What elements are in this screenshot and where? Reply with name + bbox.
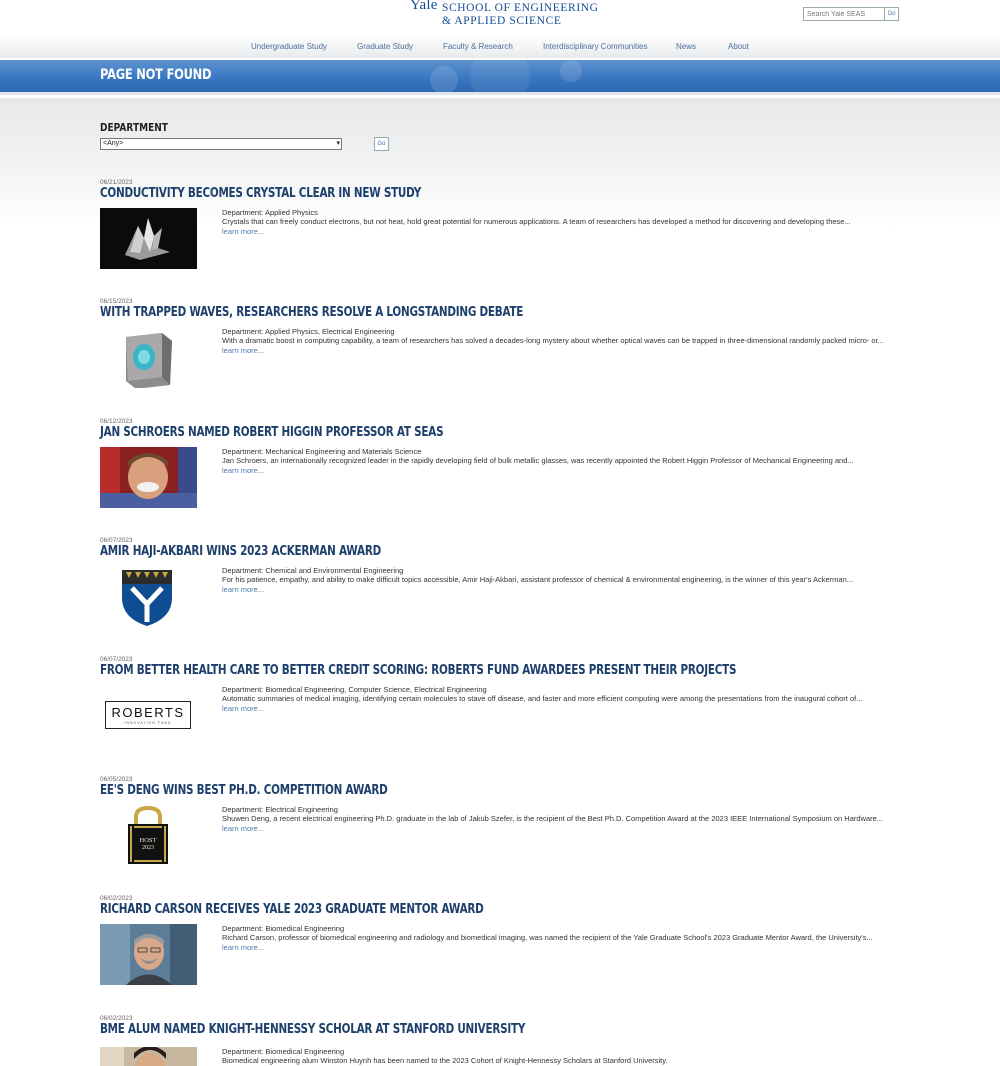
nav-item-faculty-research[interactable]: Faculty & Research [443, 42, 513, 51]
learn-more-link[interactable]: learn more... [222, 227, 264, 236]
news-summary: Richard Carson, professor of biomedical … [222, 933, 873, 942]
page-banner: PAGE NOT FOUND [0, 60, 1000, 95]
logo-yale-wordmark: Yale [410, 0, 438, 13]
department-filter-label: DEPARTMENT [100, 121, 168, 134]
news-department: Department: Biomedical Engineering [222, 924, 345, 933]
cube-image[interactable] [100, 327, 197, 388]
learn-more-link[interactable]: learn more... [222, 943, 264, 952]
news-date: 06/05/2023 [100, 776, 133, 783]
banner-decoration [470, 60, 530, 92]
filter-go-button[interactable]: Go [374, 137, 389, 151]
shield-crest[interactable] [100, 566, 197, 627]
news-department: Department: Biomedical Engineering, Comp… [222, 685, 487, 694]
banner-decoration [430, 66, 458, 92]
banner-decoration [560, 60, 582, 82]
learn-more-link[interactable]: learn more... [222, 346, 264, 355]
crystal-image[interactable] [100, 208, 197, 269]
search-go-button[interactable]: Go [884, 7, 899, 21]
main-nav: Undergraduate Study Graduate Study Facul… [0, 42, 1000, 56]
news-title-link[interactable]: AMIR HAJI-AKBARI WINS 2023 ACKERMAN AWAR… [100, 544, 381, 559]
news-date: 06/21/2023 [100, 179, 133, 186]
news-department: Department: Applied Physics [222, 208, 318, 217]
news-item: 06/07/2023 FROM BETTER HEALTH CARE TO BE… [100, 656, 890, 766]
roberts-logo-text: ROBERTS [111, 705, 185, 720]
news-title-link[interactable]: CONDUCTIVITY BECOMES CRYSTAL CLEAR IN NE… [100, 186, 421, 201]
host-logo[interactable]: HOST 2023 [100, 805, 197, 866]
news-title-link[interactable]: EE'S DENG WINS BEST PH.D. COMPETITION AW… [100, 783, 388, 798]
news-date: 06/02/2023 [100, 895, 133, 902]
news-item: 06/15/2023 WITH TRAPPED WAVES, RESEARCHE… [100, 298, 890, 408]
yale-seas-logo[interactable]: Yale SCHOOL OF ENGINEERING & APPLIED SCI… [410, 0, 598, 28]
news-summary: Biomedical engineering alum Winston Huyn… [222, 1056, 668, 1065]
news-summary: Shuwen Deng, a recent electrical enginee… [222, 814, 884, 823]
news-title-link[interactable]: RICHARD CARSON RECEIVES YALE 2023 GRADUA… [100, 902, 484, 917]
news-item: 06/12/2023 JAN SCHROERS NAMED ROBERT HIG… [100, 418, 890, 528]
nav-item-graduate-study[interactable]: Graduate Study [357, 42, 413, 51]
nav-item-news[interactable]: News [676, 42, 696, 51]
department-select[interactable]: <Any> ▾ [100, 138, 342, 150]
news-date: 06/07/2023 [100, 537, 133, 544]
host-logo-text: HOST [139, 837, 157, 844]
department-select-value: <Any> [103, 140, 124, 147]
portrait-photo[interactable] [100, 447, 197, 508]
roberts-logo[interactable]: ROBERTS INNOVATION FUND [100, 685, 197, 746]
news-summary: For his patience, empathy, and ability t… [222, 575, 854, 584]
news-title-link[interactable]: FROM BETTER HEALTH CARE TO BETTER CREDIT… [100, 663, 737, 678]
portrait-photo[interactable] [100, 1047, 197, 1066]
news-department: Department: Chemical and Environmental E… [222, 566, 404, 575]
nav-item-about[interactable]: About [728, 42, 749, 51]
news-item: 06/05/2023 EE'S DENG WINS BEST PH.D. COM… [100, 776, 890, 886]
news-item: 06/02/2023 RICHARD CARSON RECEIVES YALE … [100, 895, 890, 1005]
page-title: PAGE NOT FOUND [100, 67, 212, 83]
news-department: Department: Mechanical Engineering and M… [222, 447, 422, 456]
learn-more-link[interactable]: learn more... [222, 824, 264, 833]
nav-item-interdisciplinary[interactable]: Interdisciplinary Communities [543, 42, 647, 51]
roberts-logo-frame: ROBERTS INNOVATION FUND [105, 701, 191, 729]
news-date: 06/07/2023 [100, 656, 133, 663]
news-item: 06/21/2023 CONDUCTIVITY BECOMES CRYSTAL … [100, 179, 890, 289]
news-item: 06/02/2023 BME ALUM NAMED KNIGHT-HENNESS… [100, 1015, 890, 1066]
news-summary: Jan Schroers, an internationally recogni… [222, 456, 854, 465]
logo-line-2: & APPLIED SCIENCE [442, 15, 562, 27]
chevron-down-icon: ▾ [336, 140, 340, 147]
news-date: 06/02/2023 [100, 1015, 133, 1022]
news-summary: Crystals that can freely conduct electro… [222, 217, 851, 226]
site-header: Yale SCHOOL OF ENGINEERING & APPLIED SCI… [0, 0, 1000, 58]
search-form: Go [803, 7, 899, 21]
news-department: Department: Biomedical Engineering [222, 1047, 345, 1056]
roberts-logo-subtext: INNOVATION FUND [124, 721, 172, 725]
news-title-link[interactable]: WITH TRAPPED WAVES, RESEARCHERS RESOLVE … [100, 305, 523, 320]
news-department: Department: Applied Physics, Electrical … [222, 327, 395, 336]
learn-more-link[interactable]: learn more... [222, 585, 264, 594]
news-date: 06/15/2023 [100, 298, 133, 305]
news-item: 06/07/2023 AMIR HAJI-AKBARI WINS 2023 AC… [100, 537, 890, 647]
host-logo-year: 2023 [142, 845, 154, 851]
search-input[interactable] [803, 7, 885, 21]
portrait-photo[interactable] [100, 924, 197, 985]
learn-more-link[interactable]: learn more... [222, 466, 264, 475]
logo-line-1: SCHOOL OF ENGINEERING [442, 2, 599, 14]
news-title-link[interactable]: BME ALUM NAMED KNIGHT-HENNESSY SCHOLAR A… [100, 1022, 525, 1037]
news-department: Department: Electrical Engineering [222, 805, 338, 814]
news-date: 06/12/2023 [100, 418, 133, 425]
nav-item-undergraduate-study[interactable]: Undergraduate Study [251, 42, 327, 51]
learn-more-link[interactable]: learn more... [222, 704, 264, 713]
news-summary: Automatic summaries of medical imaging, … [222, 694, 863, 703]
news-summary: With a dramatic boost in computing capab… [222, 336, 884, 345]
news-title-link[interactable]: JAN SCHROERS NAMED ROBERT HIGGIN PROFESS… [100, 425, 444, 440]
